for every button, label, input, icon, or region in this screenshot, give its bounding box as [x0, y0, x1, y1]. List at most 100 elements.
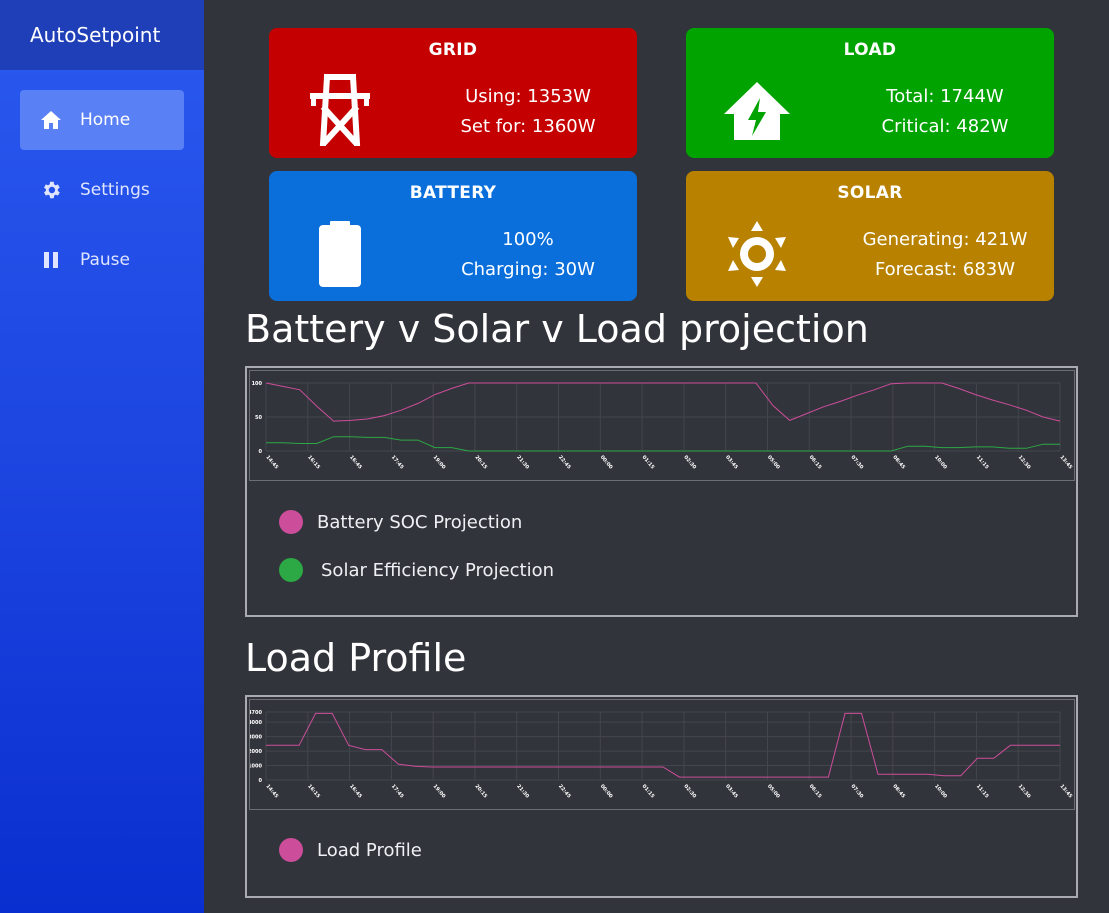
- load-profile-x-tick-label: 03:45: [724, 783, 739, 799]
- battery-charging: Charging: 30W: [461, 259, 595, 280]
- projection-x-tick-label: 22:45: [557, 454, 572, 470]
- sidebar: AutoSetpoint Home Settings Pause: [0, 0, 204, 913]
- projection-x-tick-label: 06:15: [808, 454, 823, 470]
- power-pylon-icon: [305, 73, 375, 148]
- nav-item-settings[interactable]: Settings: [20, 160, 184, 220]
- load-profile-section-title: Load Profile: [245, 636, 467, 680]
- load-profile-x-tick-label: 13:45: [1058, 783, 1073, 799]
- nav-item-home-label: Home: [80, 110, 131, 130]
- load-profile-x-tick-label: 07:30: [850, 783, 865, 799]
- solar-card: SOLAR Generating: 421W Forecast: 683W: [686, 171, 1054, 301]
- projection-x-tick-label: 01:15: [641, 454, 656, 470]
- battery-card: BATTERY 100% Charging: 30W: [269, 171, 637, 301]
- projection-chart: 0 50 100 14:45 16:15 16:45 17:45 19:00 20:15 21:3…: [252, 381, 1074, 471]
- nav-menu: Home Settings Pause: [0, 70, 204, 290]
- projection-y-tick-label: 100: [252, 381, 263, 387]
- solar-generating: Generating: 421W: [862, 229, 1028, 250]
- battery-percent: 100%: [502, 229, 554, 250]
- load-profile-x-tick-label: 17:45: [390, 783, 405, 799]
- home-icon: [40, 109, 62, 131]
- legend-label-battery-soc: Battery SOC Projection: [317, 511, 523, 533]
- load-profile-x-tick-label: 11:15: [975, 783, 990, 799]
- projection-x-tick-label: 00:00: [599, 454, 614, 470]
- app-title[interactable]: AutoSetpoint: [0, 0, 204, 70]
- projection-y-tick-label: 50: [255, 415, 262, 421]
- grid-set-for: Set for: 1360W: [460, 116, 596, 137]
- projection-chart-panel: 0 50 100 14:45 16:15 16:45 17:45 19:00 20:15 21:3…: [245, 366, 1078, 617]
- projection-x-tick-label: 03:45: [724, 454, 739, 470]
- projection-x-tick-label: 14:45: [264, 454, 279, 470]
- legend-swatch-load-profile: [279, 838, 303, 862]
- grid-using: Using: 1353W: [465, 86, 591, 107]
- legend-item-load-profile[interactable]: Load Profile: [279, 838, 422, 862]
- battery-card-title: BATTERY: [409, 183, 497, 203]
- projection-y-tick-label: 0: [259, 449, 263, 455]
- load-profile-y-tick-label: 4000: [250, 720, 263, 726]
- load-profile-x-tick-label: 20:15: [473, 783, 488, 799]
- grid-card-title: GRID: [428, 40, 478, 60]
- sun-icon: [722, 217, 792, 289]
- projection-x-tick-label: 19:00: [432, 454, 447, 470]
- load-profile-series-line-1: [266, 712, 1060, 778]
- projection-section-title: Battery v Solar v Load projection: [245, 307, 869, 351]
- load-profile-y-tick-label: 0: [259, 778, 263, 784]
- projection-x-tick-label: 12:30: [1017, 454, 1032, 470]
- load-profile-x-tick-label: 08:45: [891, 783, 906, 799]
- home-lightning-icon: [722, 74, 792, 146]
- projection-x-tick-label: 17:45: [390, 454, 405, 470]
- load-profile-x-tick-label: 16:45: [348, 783, 363, 799]
- legend-swatch-solar-efficiency: [279, 558, 303, 582]
- solar-card-title: SOLAR: [837, 183, 903, 203]
- load-profile-y-tick-label: 3000: [250, 735, 263, 741]
- projection-x-tick-label: 02:30: [682, 454, 697, 470]
- projection-x-tick-label: 13:45: [1058, 454, 1073, 470]
- load-profile-x-tick-label: 22:45: [557, 783, 572, 799]
- load-profile-chart: 0 1000 2000 3000 4000 4700 14:45 16:15 16:45 17:4…: [248, 710, 1074, 800]
- projection-x-tick-label: 10:00: [933, 454, 948, 470]
- load-profile-x-tick-label: 16:15: [306, 783, 321, 799]
- load-profile-y-tick-label: 4700: [250, 710, 263, 716]
- projection-x-tick-label: 07:30: [850, 454, 865, 470]
- nav-item-pause[interactable]: Pause: [20, 230, 184, 290]
- projection-x-tick-label: 05:00: [766, 454, 781, 470]
- gear-icon: [40, 179, 62, 201]
- legend-swatch-battery-soc: [279, 510, 303, 534]
- grid-card: GRID Using: 1353W Set for: 1360W: [269, 28, 637, 158]
- load-profile-x-tick-label: 10:00: [933, 783, 948, 799]
- projection-plot-area: 0 50 100 14:45 16:15 16:45 17:45 19:00 20:15 21:3…: [249, 370, 1075, 481]
- load-profile-x-tick-label: 02:30: [682, 783, 697, 799]
- load-card: LOAD Total: 1744W Critical: 482W: [686, 28, 1054, 158]
- load-profile-x-tick-label: 01:15: [641, 783, 656, 799]
- load-critical: Critical: 482W: [881, 116, 1009, 137]
- load-profile-x-tick-label: 06:15: [808, 783, 823, 799]
- load-card-title: LOAD: [843, 40, 897, 60]
- solar-forecast: Forecast: 683W: [874, 259, 1016, 280]
- load-profile-plot-area: 0 1000 2000 3000 4000 4700 14:45 16:15 16:45 17:4…: [248, 699, 1075, 810]
- projection-x-tick-label: 16:45: [348, 454, 363, 470]
- projection-series-line-2: [266, 436, 1060, 452]
- nav-item-settings-label: Settings: [80, 180, 150, 200]
- load-profile-x-tick-label: 14:45: [264, 783, 279, 799]
- pause-icon: [40, 249, 62, 271]
- nav-item-home[interactable]: Home: [20, 90, 184, 150]
- projection-x-tick-label: 16:15: [306, 454, 321, 470]
- legend-label-load-profile: Load Profile: [317, 839, 422, 861]
- legend-item-solar-efficiency[interactable]: Solar Efficiency Projection: [279, 558, 554, 582]
- projection-x-tick-label: 20:15: [473, 454, 488, 470]
- projection-x-tick-label: 08:45: [891, 454, 906, 470]
- load-total: Total: 1744W: [886, 86, 1004, 107]
- legend-item-battery-soc[interactable]: Battery SOC Projection: [279, 510, 522, 534]
- load-profile-y-tick-label: 2000: [250, 749, 263, 755]
- projection-series-line-1: [265, 382, 1061, 422]
- load-profile-x-tick-label: 05:00: [766, 783, 781, 799]
- load-profile-x-tick-label: 12:30: [1017, 783, 1032, 799]
- load-profile-x-tick-label: 19:00: [432, 783, 447, 799]
- load-profile-x-tick-label: 00:00: [599, 783, 614, 799]
- legend-label-solar-efficiency: Solar Efficiency Projection: [321, 559, 555, 581]
- projection-x-tick-label: 11:15: [975, 454, 990, 470]
- projection-x-tick-label: 21:30: [515, 454, 530, 470]
- load-profile-y-tick-label: 1000: [250, 764, 263, 770]
- battery-full-icon: [305, 217, 375, 289]
- nav-item-pause-label: Pause: [80, 250, 130, 270]
- load-profile-x-tick-label: 21:30: [515, 783, 530, 799]
